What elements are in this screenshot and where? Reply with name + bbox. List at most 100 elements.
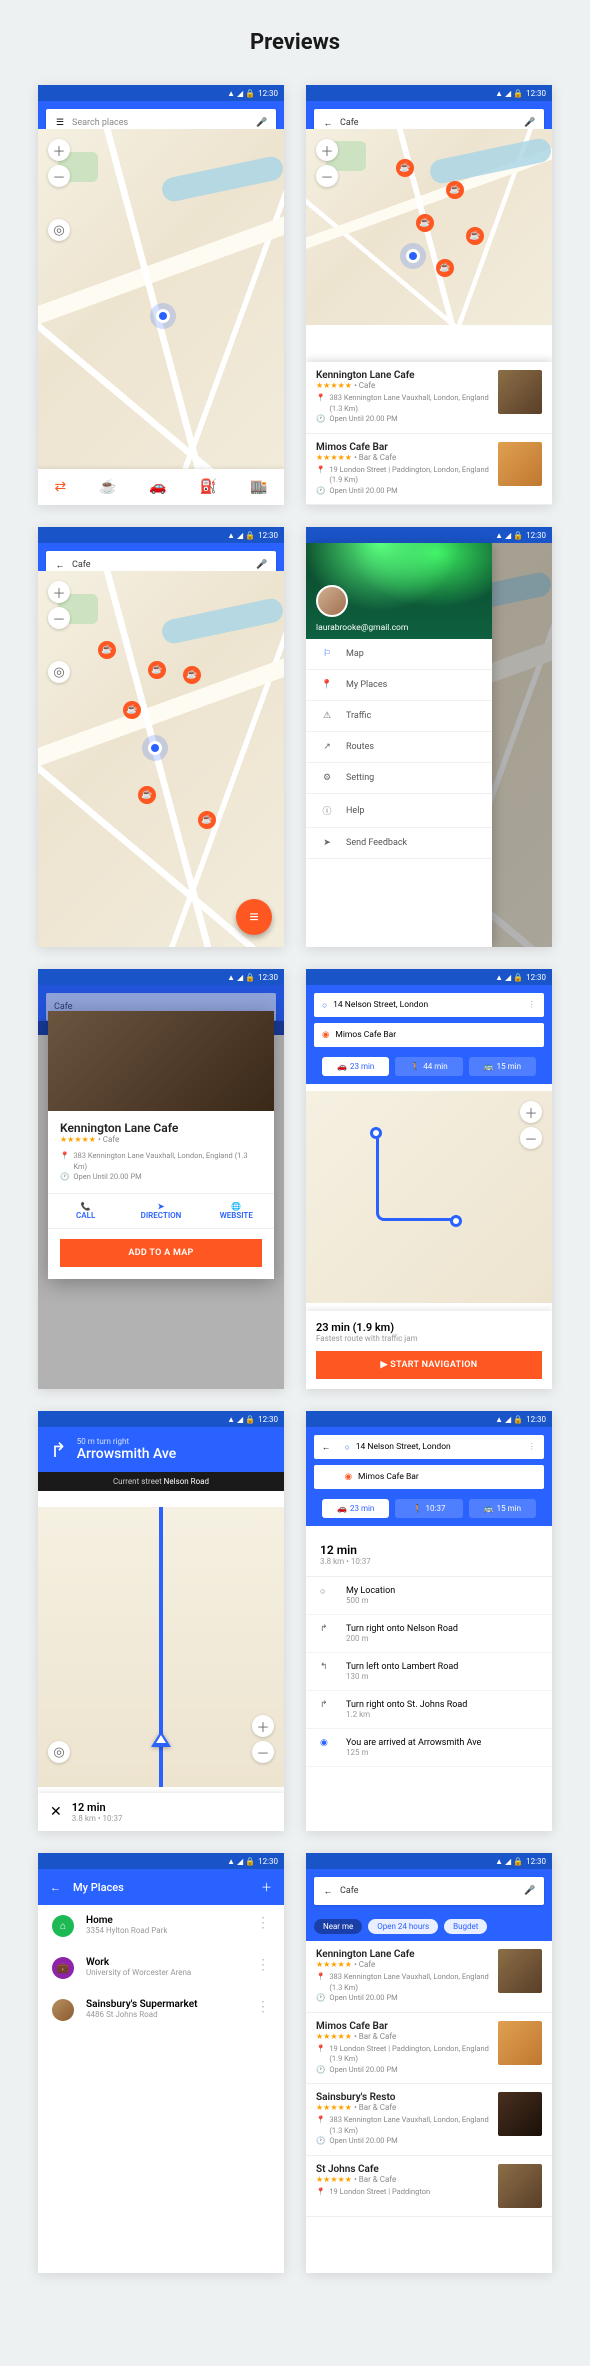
zoom-in-button[interactable]: ＋ [520, 1101, 542, 1123]
drawer-item-setting[interactable]: ⚙Setting [306, 763, 492, 794]
route-summary: 23 min (1.9 km) Fastest route with traff… [306, 1311, 552, 1389]
result-pin[interactable]: ☕ [416, 214, 434, 232]
mode-transit[interactable]: 🚌15 min [469, 1499, 536, 1518]
places-list[interactable]: ⌂Home3354 Hylton Road Park⋮ 💼WorkUnivers… [38, 1905, 284, 2273]
place-card[interactable]: Sainsbury's Resto ★★★★★ • Bar & Cafe 📍38… [306, 2084, 552, 2156]
result-list[interactable]: Kennington Lane Cafe ★★★★★ • Cafe 📍383 K… [306, 1941, 552, 2273]
route-from-input[interactable]: ○14 Nelson Street, London⋮ [314, 993, 544, 1017]
mode-car[interactable]: 🚗23 min [322, 1499, 389, 1518]
mode-transit[interactable]: 🚌15 min [469, 1057, 536, 1076]
drawer-item-places[interactable]: 📍My Places [306, 670, 492, 701]
route-from-input[interactable]: ← ○14 Nelson Street, London⋮ [314, 1435, 544, 1459]
locate-button[interactable]: ◎ [48, 1741, 70, 1763]
list-fab[interactable]: ≡ [236, 899, 272, 935]
category-store-icon[interactable]: 🏬 [250, 479, 267, 495]
step-list[interactable]: 12 min 3.8 km • 10:37 ○My Location500 m … [306, 1533, 552, 1831]
step-item[interactable]: ○My Location500 m [306, 1577, 552, 1615]
back-icon[interactable]: ← [322, 1885, 334, 1897]
drawer-item-feedback[interactable]: ➤Send Feedback [306, 828, 492, 859]
route-sub: Fastest route with traffic jam [316, 1334, 542, 1343]
drawer-item-map[interactable]: ⚐Map [306, 639, 492, 670]
map-canvas[interactable]: ＋ － ◎ [38, 129, 284, 505]
step-item[interactable]: ↱Turn right onto St. Johns Road1.2 km [306, 1691, 552, 1729]
drawer-item-traffic[interactable]: ⚠Traffic [306, 701, 492, 732]
direction-button[interactable]: ➤DIRECTION [123, 1194, 198, 1228]
mic-icon[interactable]: 🎤 [256, 117, 268, 129]
map-canvas[interactable]: ＋ － ◎ ☕ ☕ ☕ ☕ ☕ ☕ [38, 571, 284, 947]
back-icon[interactable]: ← [322, 117, 334, 129]
back-icon[interactable]: ← [54, 559, 66, 571]
locate-button[interactable]: ◎ [48, 219, 70, 241]
result-pin[interactable]: ☕ [138, 786, 156, 804]
place-card[interactable]: Kennington Lane Cafe ★★★★★ • Cafe 📍383 K… [306, 1941, 552, 2013]
mode-car[interactable]: 🚗23 min [322, 1057, 389, 1076]
chip-near-me[interactable]: Near me [314, 1919, 362, 1934]
zoom-in-button[interactable]: ＋ [316, 139, 338, 161]
chip-open24[interactable]: Open 24 hours [368, 1919, 438, 1934]
add-button[interactable]: ＋ [261, 1879, 272, 1895]
place-thumb [498, 442, 542, 486]
route-map[interactable]: ＋ － [306, 1091, 552, 1303]
more-icon[interactable]: ⋮ [256, 1957, 270, 1973]
result-pin[interactable]: ☕ [396, 159, 414, 177]
chip-budget[interactable]: Bugdet [444, 1919, 487, 1934]
more-icon[interactable]: ⋮ [256, 1915, 270, 1931]
mode-walk[interactable]: 🚶44 min [395, 1057, 462, 1076]
more-icon[interactable]: ⋮ [256, 1999, 270, 2015]
list-item[interactable]: 💼WorkUniversity of Worcester Arena⋮ [38, 1947, 284, 1989]
mic-icon[interactable]: 🎤 [524, 1885, 536, 1897]
website-button[interactable]: 🌐WEBSITE [199, 1194, 274, 1228]
zoom-out-button[interactable]: － [48, 165, 70, 187]
place-card[interactable]: St Johns Cafe ★★★★★ • Bar & Cafe 📍19 Lon… [306, 2156, 552, 2217]
place-card[interactable]: Mimos Cafe Bar ★★★★★ • Bar & Cafe 📍19 Lo… [306, 2013, 552, 2085]
result-pin[interactable]: ☕ [98, 641, 116, 659]
place-card[interactable]: Mimos Cafe Bar ★★★★★ • Bar & Cafe 📍19 Lo… [306, 434, 552, 506]
pin-icon: 📍 [60, 1151, 69, 1162]
route-to-input[interactable]: ◉Mimos Cafe Bar [314, 1023, 544, 1047]
back-icon[interactable]: ← [50, 1881, 61, 1894]
list-item[interactable]: Sainsbury's Supermarket4486 St Johns Roa… [38, 1989, 284, 2031]
step-item[interactable]: ↰Turn left onto Lambert Road130 m [306, 1653, 552, 1691]
call-button[interactable]: 📞CALL [48, 1194, 123, 1228]
place-card[interactable]: Kennington Lane Cafe ★★★★★ • Cafe 📍383 K… [306, 362, 552, 434]
search-input[interactable]: ← Cafe 🎤 [314, 1877, 544, 1905]
mic-icon[interactable]: 🎤 [256, 559, 268, 571]
category-car-icon[interactable]: 🚗 [149, 479, 166, 495]
mode-walk[interactable]: 🚶10:37 [395, 1499, 462, 1518]
result-pin[interactable]: ☕ [198, 811, 216, 829]
add-to-map-button[interactable]: ADD TO A MAP [60, 1239, 262, 1267]
result-pin[interactable]: ☕ [446, 181, 464, 199]
result-pin[interactable]: ☕ [466, 227, 484, 245]
zoom-in-button[interactable]: ＋ [48, 581, 70, 603]
zoom-in-button[interactable]: ＋ [252, 1715, 274, 1737]
map-canvas[interactable]: ＋ － ☕ ☕ ☕ ☕ ☕ [306, 129, 552, 325]
zoom-in-button[interactable]: ＋ [48, 139, 70, 161]
result-pin[interactable]: ☕ [436, 259, 454, 277]
nav-map[interactable]: ＋ － ◎ [38, 1507, 284, 1787]
step-item[interactable]: ◉You are arrived at Arrowsmith Ave125 m [306, 1729, 552, 1767]
mic-icon[interactable]: 🎤 [524, 117, 536, 129]
zoom-out-button[interactable]: － [48, 607, 70, 629]
drawer-item-help[interactable]: ⓘHelp [306, 794, 492, 828]
result-pin[interactable]: ☕ [183, 666, 201, 684]
result-list[interactable]: Kennington Lane Cafe ★★★★★ • Cafe 📍383 K… [306, 362, 552, 505]
start-navigation-button[interactable]: ▶ START NAVIGATION [316, 1351, 542, 1379]
category-transit-icon[interactable]: ⇄ [54, 479, 66, 495]
result-pin[interactable]: ☕ [148, 661, 166, 679]
category-cafe-icon[interactable]: ☕ [99, 479, 116, 495]
list-item[interactable]: ⌂Home3354 Hylton Road Park⋮ [38, 1905, 284, 1947]
category-gas-icon[interactable]: ⛽ [200, 479, 217, 495]
back-icon[interactable]: ← [322, 1442, 331, 1453]
avatar[interactable] [316, 585, 348, 617]
route-to-input[interactable]: ← ◉Mimos Cafe Bar [314, 1465, 544, 1489]
close-button[interactable]: ✕ [50, 1804, 62, 1820]
zoom-out-button[interactable]: － [252, 1741, 274, 1763]
drawer-item-routes[interactable]: ↗Routes [306, 732, 492, 763]
locate-button[interactable]: ◎ [48, 661, 70, 683]
status-bar: ▲ ◢ 🔒 12:30 [38, 1411, 284, 1427]
zoom-out-button[interactable]: － [316, 165, 338, 187]
step-item[interactable]: ↱Turn right onto Nelson Road200 m [306, 1615, 552, 1653]
zoom-out-button[interactable]: － [520, 1127, 542, 1149]
result-pin[interactable]: ☕ [123, 701, 141, 719]
menu-icon[interactable]: ☰ [54, 117, 66, 129]
